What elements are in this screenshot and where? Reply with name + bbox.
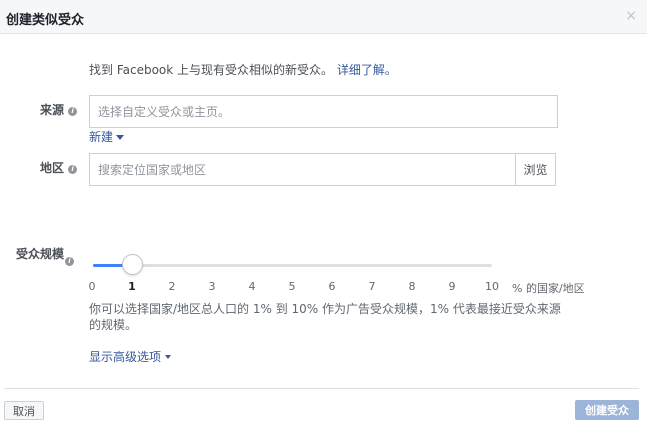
audience-size-label-text: 受众规模 [16, 247, 65, 261]
audience-size-tick: 0 [88, 280, 96, 293]
audience-size-tick: 7 [368, 280, 376, 293]
audience-size-tick: 5 [288, 280, 296, 293]
create-lookalike-dialog: 创建类似受众 × 找到 Facebook 上与现有受众相似的新受众。 详细了解。… [0, 0, 647, 426]
source-label-text: 来源 [40, 103, 65, 117]
source-input[interactable]: 选择自定义受众或主页。 [89, 95, 558, 128]
learn-more-link[interactable]: 详细了解。 [337, 63, 397, 77]
info-icon[interactable]: i [68, 165, 78, 174]
show-advanced-options-link[interactable]: 显示高级选项 [89, 348, 172, 365]
audience-size-tick: 10 [485, 280, 499, 293]
audience-size-slider-track[interactable] [93, 264, 492, 267]
audience-size-tick: 4 [248, 280, 256, 293]
audience-size-label: 受众规模 [16, 245, 64, 262]
caret-down-icon [165, 355, 172, 359]
audience-size-tick: 3 [208, 280, 216, 293]
dialog-header: 创建类似受众 × [0, 0, 647, 34]
create-audience-button[interactable]: 创建受众 [575, 400, 639, 420]
dialog-title: 创建类似受众 [6, 13, 85, 28]
browse-button[interactable]: 浏览 [515, 153, 556, 186]
audience-size-slider-handle[interactable] [122, 254, 143, 275]
audience-size-tick: 8 [408, 280, 416, 293]
audience-size-unit: % 的国家/地区 [512, 282, 585, 295]
info-icon[interactable]: i [68, 107, 78, 116]
source-placeholder: 选择自定义受众或主页。 [98, 105, 231, 119]
close-icon[interactable]: × [625, 8, 637, 24]
cancel-button[interactable]: 取消 [4, 401, 44, 420]
source-label: 来源 i [40, 101, 78, 118]
intro-description: 找到 Facebook 上与现有受众相似的新受众。 [89, 63, 334, 77]
caret-down-icon [116, 135, 125, 140]
advanced-options-label: 显示高级选项 [89, 350, 162, 364]
region-search-input[interactable]: 搜索定位国家或地区 [89, 153, 516, 186]
region-label: 地区 i [40, 159, 78, 176]
footer-divider [4, 388, 639, 389]
info-icon[interactable]: i [65, 257, 74, 266]
region-label-text: 地区 [40, 161, 65, 175]
intro-text: 找到 Facebook 上与现有受众相似的新受众。 详细了解。 [89, 61, 397, 78]
audience-size-tick: 1 [128, 280, 136, 293]
audience-size-hint: 你可以选择国家/地区总人口的 1% 到 10% 作为广告受众规模，1% 代表最接… [89, 302, 561, 332]
new-source-link[interactable]: 新建 [89, 128, 125, 145]
new-source-label: 新建 [89, 130, 114, 144]
region-placeholder: 搜索定位国家或地区 [98, 163, 207, 177]
audience-size-tick: 2 [168, 280, 176, 293]
audience-size-tick: 9 [448, 280, 456, 293]
audience-size-tick: 6 [328, 280, 336, 293]
